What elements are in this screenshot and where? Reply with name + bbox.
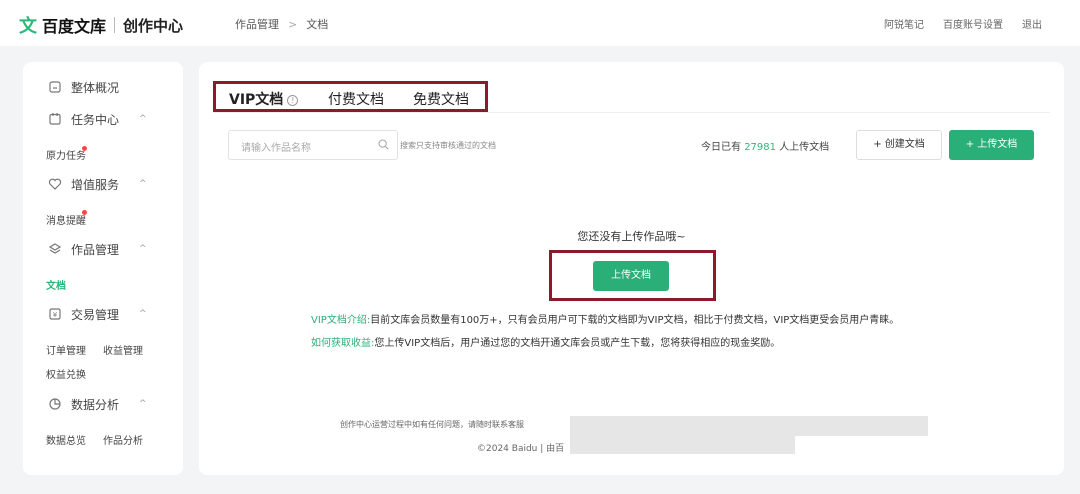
sidebar-item-label: 作品管理 bbox=[71, 242, 120, 257]
breadcrumb: 作品管理 > 文档 bbox=[235, 16, 328, 32]
main-panel: VIP文档! 付费文档 免费文档 请输入作品名称 搜索只支持审核通过的文档 今日… bbox=[199, 62, 1064, 475]
sidebar-item-trade[interactable]: ¥ 交易管理 ^ bbox=[23, 303, 183, 325]
sidebar-item-works[interactable]: 作品管理 ^ bbox=[23, 238, 183, 260]
tabs-divider bbox=[213, 112, 1050, 113]
upload-count-number: 27981 bbox=[744, 142, 776, 153]
wenku-logo-icon: 文 bbox=[19, 16, 37, 37]
income-intro-line: 如何获取收益:您上传VIP文档后，用户通过您的文档开通文库会员或产生下载，您将获… bbox=[311, 334, 780, 349]
chevron-up-icon[interactable]: ^ bbox=[139, 309, 147, 319]
top-bar: 文 百度文库 创作中心 作品管理 > 文档 阿锐笔记 百度账号设置 退出 bbox=[0, 0, 1080, 46]
sidebar-sub-task[interactable]: 原力任务 bbox=[46, 147, 86, 162]
empty-state-message: 您还没有上传作品哦~ bbox=[577, 230, 686, 243]
upload-count-prefix: 今日已有 bbox=[701, 142, 741, 153]
create-document-button[interactable]: + 创建文档 bbox=[856, 130, 942, 160]
vip-intro-line: VIP文档介绍:目前文库会员数量有100万+，只有会员用户可下载的文档即为VIP… bbox=[311, 311, 899, 326]
sidebar-sub-data-overview[interactable]: 数据总览 bbox=[46, 432, 86, 447]
income-intro-key: 如何获取收益: bbox=[311, 338, 375, 349]
sidebar-item-overview[interactable]: 整体概况 bbox=[23, 76, 183, 98]
sidebar: 整体概况 任务中心 ^ 原力任务 增值服务 ^ 消息提醒 作品管理 ^ 文档 ¥… bbox=[23, 62, 183, 475]
brand-logo[interactable]: 文 百度文库 创作中心 bbox=[19, 12, 183, 38]
income-intro-text: 您上传VIP文档后，用户通过您的文档开通文库会员或产生下载，您将获得相应的现金奖… bbox=[374, 338, 781, 349]
sidebar-sub-works-analysis[interactable]: 作品分析 bbox=[103, 432, 143, 447]
layers-icon bbox=[48, 243, 62, 254]
sidebar-sub-orders[interactable]: 订单管理 bbox=[46, 342, 86, 357]
search-hint: 搜索只支持审核通过的文档 bbox=[400, 141, 496, 150]
search-placeholder: 请输入作品名称 bbox=[241, 143, 311, 154]
sidebar-item-analytics[interactable]: 数据分析 ^ bbox=[23, 393, 183, 415]
upload-count-suffix: 人上传文档 bbox=[779, 142, 830, 153]
breadcrumb-documents: 文档 bbox=[306, 18, 329, 31]
svg-text:¥: ¥ bbox=[53, 311, 58, 319]
brand-name: 百度文库 bbox=[42, 17, 107, 36]
info-icon[interactable]: ! bbox=[287, 95, 299, 106]
sidebar-item-label: 增值服务 bbox=[71, 177, 120, 192]
sidebar-sub-redeem[interactable]: 权益兑换 bbox=[46, 366, 86, 381]
home-icon bbox=[49, 81, 61, 93]
tab-free-documents[interactable]: 免费文档 bbox=[413, 89, 469, 109]
tab-vip-documents[interactable]: VIP文档! bbox=[229, 89, 299, 109]
user-name-link[interactable]: 阿锐笔记 bbox=[884, 16, 924, 31]
vip-intro-text: 目前文库会员数量有100万+，只有会员用户可下载的文档即为VIP文档，相比于付费… bbox=[370, 315, 900, 326]
sidebar-item-value-service[interactable]: 增值服务 ^ bbox=[23, 173, 183, 195]
sidebar-item-label: 交易管理 bbox=[71, 307, 120, 322]
chevron-up-icon[interactable]: ^ bbox=[139, 114, 147, 124]
empty-upload-button[interactable]: 上传文档 bbox=[593, 261, 669, 291]
sidebar-item-label: 任务中心 bbox=[71, 112, 120, 127]
wallet-icon: ¥ bbox=[49, 308, 61, 320]
chevron-up-icon[interactable]: ^ bbox=[139, 179, 147, 189]
upload-document-button[interactable]: + 上传文档 bbox=[949, 130, 1034, 160]
logout-link[interactable]: 退出 bbox=[1022, 16, 1042, 31]
search-icon[interactable] bbox=[378, 139, 389, 150]
notification-dot bbox=[82, 146, 87, 151]
tabs-highlight-box: VIP文档! 付费文档 免费文档 bbox=[213, 81, 488, 112]
breadcrumb-works[interactable]: 作品管理 bbox=[235, 16, 279, 32]
pie-chart-icon bbox=[49, 398, 61, 410]
sidebar-sub-income[interactable]: 收益管理 bbox=[103, 342, 143, 357]
blurred-footer-region bbox=[570, 436, 795, 454]
sidebar-sub-messages[interactable]: 消息提醒 bbox=[46, 212, 86, 227]
footer-copyright: ©2024 Baidu | 由百 bbox=[477, 444, 565, 454]
search-input[interactable]: 请输入作品名称 bbox=[228, 130, 398, 160]
footer-support-text: 创作中心运营过程中如有任何问题，请随时联系客服 bbox=[340, 420, 524, 429]
blurred-footer-region bbox=[570, 416, 928, 436]
top-links: 阿锐笔记 百度账号设置 退出 bbox=[884, 16, 1042, 31]
sidebar-item-task-center[interactable]: 任务中心 ^ bbox=[23, 108, 183, 130]
heart-icon bbox=[48, 178, 62, 190]
sidebar-item-label: 整体概况 bbox=[71, 80, 120, 95]
upload-highlight-box: 上传文档 bbox=[549, 250, 716, 301]
account-settings-link[interactable]: 百度账号设置 bbox=[943, 16, 1003, 31]
chevron-right-icon: > bbox=[288, 17, 298, 31]
brand-divider bbox=[114, 17, 116, 33]
vip-intro-key: VIP文档介绍: bbox=[311, 315, 371, 326]
sidebar-sub-documents[interactable]: 文档 bbox=[46, 277, 66, 292]
brand-subtitle: 创作中心 bbox=[123, 16, 184, 35]
tab-paid-documents[interactable]: 付费文档 bbox=[328, 89, 384, 109]
chevron-up-icon[interactable]: ^ bbox=[139, 244, 147, 254]
chevron-up-icon[interactable]: ^ bbox=[139, 399, 147, 409]
upload-count-text: 今日已有 27981 人上传文档 bbox=[701, 138, 829, 153]
sidebar-item-label: 数据分析 bbox=[71, 397, 120, 412]
tab-label: VIP文档 bbox=[229, 92, 284, 108]
notification-dot bbox=[82, 210, 87, 215]
calendar-icon bbox=[49, 113, 61, 125]
